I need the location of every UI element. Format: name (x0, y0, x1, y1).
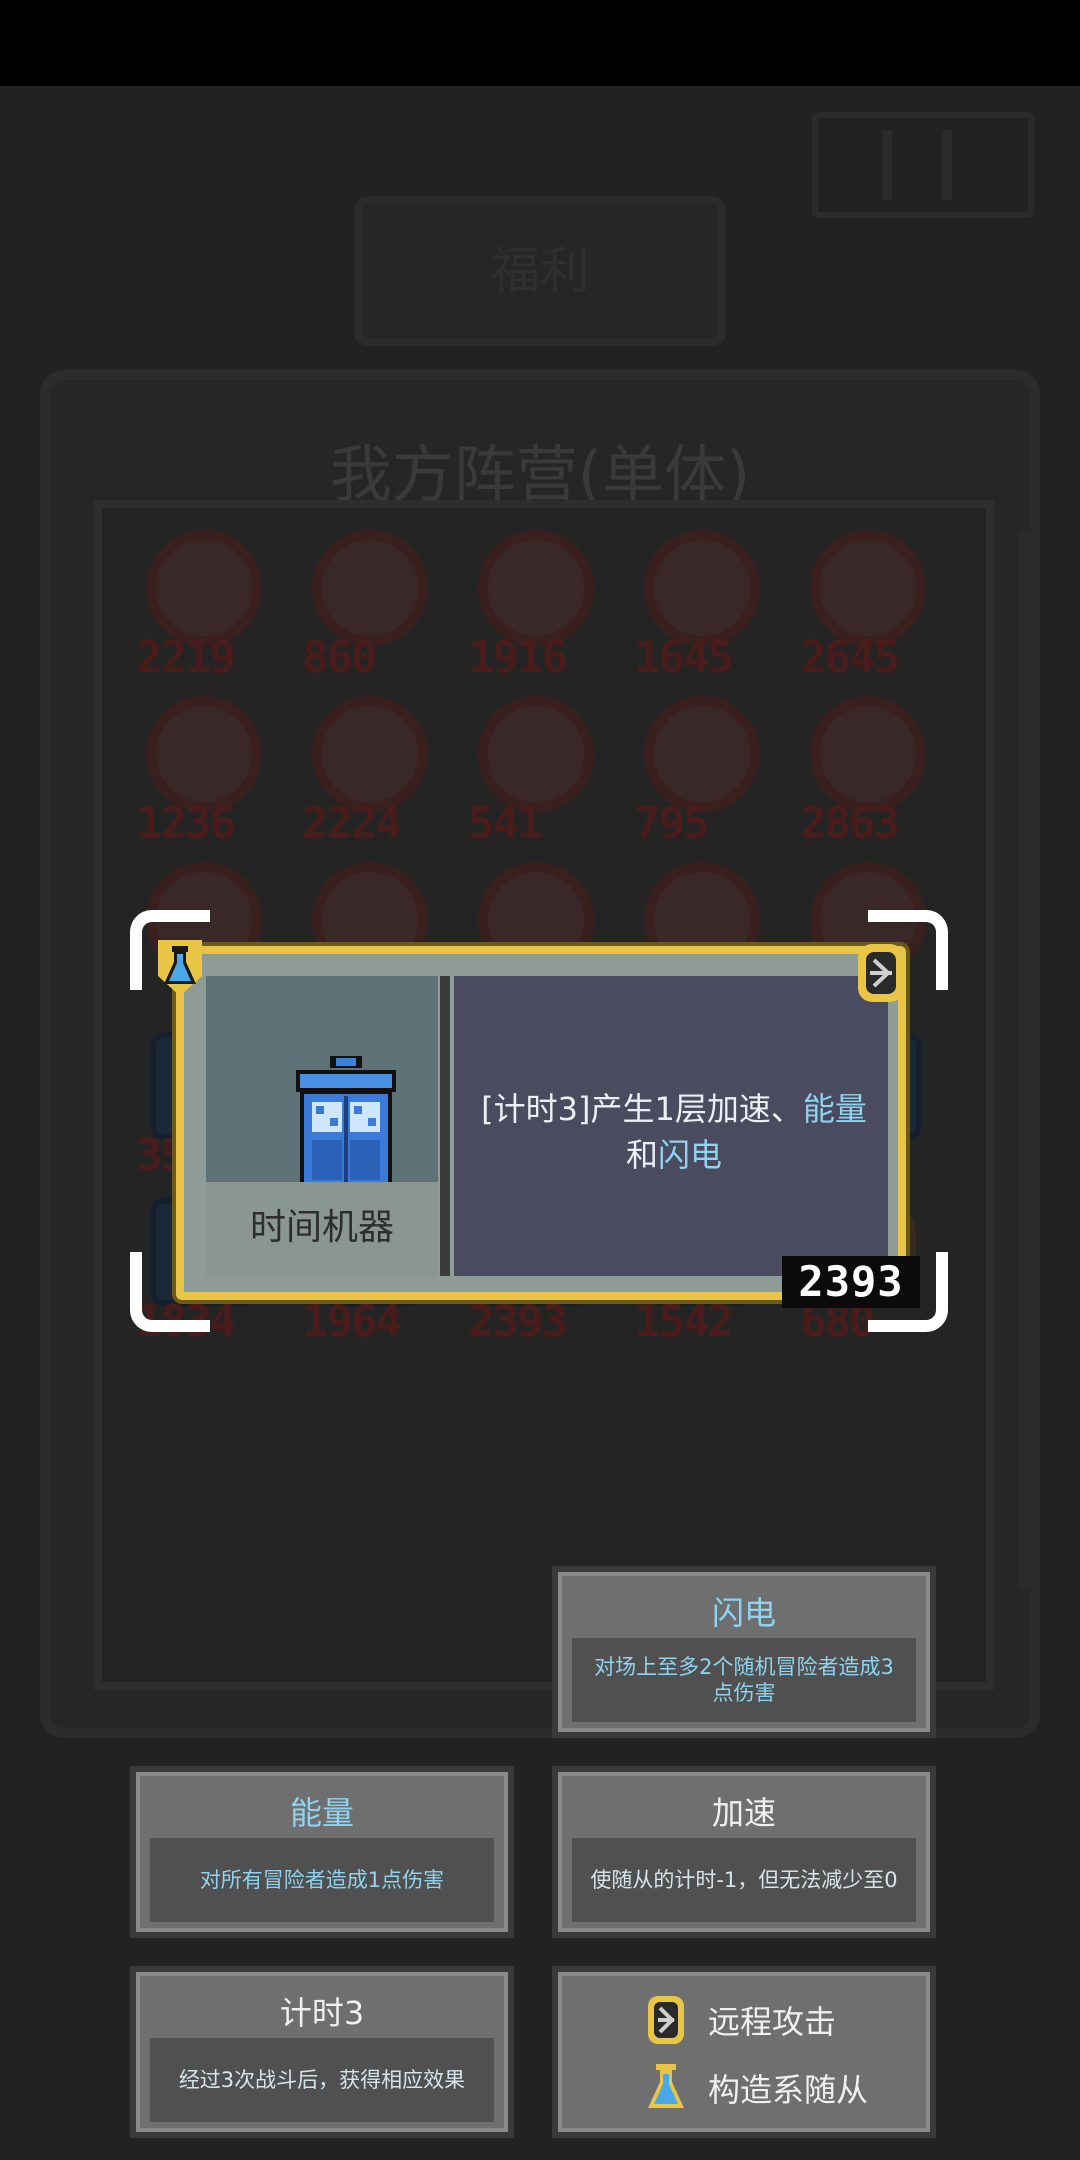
unit-value: 2393 (468, 1296, 568, 1347)
tooltip-energy: 能量 对所有冒险者造成1点伤害 (130, 1766, 514, 1938)
desc-keyword-lightning[interactable]: 闪电 (658, 1136, 722, 1174)
face-unit-icon (156, 540, 252, 636)
tooltip-title: 计时3 (279, 1994, 365, 2032)
unit-slot[interactable]: 795 (624, 698, 774, 849)
desc-part: [计时3]产生1层加速、 (481, 1090, 803, 1128)
face-unit-icon (156, 706, 252, 802)
unit-value: 1236 (136, 798, 236, 849)
unit-value: 1964 (302, 1296, 402, 1347)
unit-slot[interactable]: 541 (458, 698, 608, 849)
status-bar (0, 0, 1080, 86)
unit-value: 2224 (302, 798, 402, 849)
card-value: 2393 (782, 1256, 920, 1308)
unit-value: 2219 (136, 632, 236, 683)
face-unit-icon (654, 540, 750, 636)
card-description: [计时3]产生1层加速、能量 和闪电 (464, 1086, 884, 1178)
unit-slot[interactable]: 860 (292, 532, 442, 683)
tooltip-body: 对所有冒险者造成1点伤害 (150, 1838, 494, 1922)
menu-bar-icon (882, 130, 892, 200)
unit-value: 1542 (634, 1296, 734, 1347)
unit-slot[interactable]: 2224 (292, 698, 442, 849)
construct-follower-icon (648, 2064, 684, 2108)
menu-button[interactable] (812, 112, 1034, 218)
ranged-badge-icon (858, 944, 904, 1002)
unit-value: 1916 (468, 632, 568, 683)
unit-slot[interactable]: 1236 (126, 698, 276, 849)
legend-row-construct: 构造系随从 (644, 2060, 868, 2116)
face-unit-icon (322, 706, 418, 802)
unit-slot[interactable]: 1916 (458, 532, 608, 683)
unit-value: 1645 (634, 632, 734, 683)
tooltip-title: 能量 (289, 1794, 354, 1832)
grid-scrollbar[interactable] (1018, 530, 1032, 1590)
item-card[interactable]: 时间机器 [计时3]产生1层加速、能量 和闪电 (176, 946, 906, 1300)
tooltip-haste: 加速 使随从的计时-1，但无法减少至0 (552, 1766, 936, 1938)
construct-badge-icon (158, 940, 202, 996)
menu-bar-icon (942, 130, 952, 200)
face-unit-icon (488, 540, 584, 636)
unit-slot[interactable]: 2219 (126, 532, 276, 683)
ranged-attack-icon (648, 1996, 684, 2044)
time-machine-icon (290, 1056, 402, 1196)
face-unit-icon (488, 706, 584, 802)
unit-value: 860 (302, 632, 377, 683)
face-unit-icon (322, 540, 418, 636)
tooltip-title: 闪电 (711, 1594, 776, 1632)
tooltip-body: 使随从的计时-1，但无法减少至0 (572, 1838, 916, 1922)
tooltip-body: 对场上至多2个随机冒险者造成3点伤害 (572, 1638, 916, 1722)
tooltip-body: 经过3次战斗后，获得相应效果 (150, 2038, 494, 2122)
tag-legend: 远程攻击 构造系随从 (552, 1966, 936, 2138)
unit-slot[interactable]: 2645 (790, 532, 940, 683)
legend-label: 构造系随从 (708, 2071, 869, 2109)
unit-slot[interactable]: 2863 (790, 698, 940, 849)
desc-keyword-energy[interactable]: 能量 (803, 1090, 867, 1128)
face-unit-icon (820, 706, 916, 802)
tooltip-lightning: 闪电 对场上至多2个随机冒险者造成3点伤害 (552, 1566, 936, 1738)
face-unit-icon (654, 706, 750, 802)
tooltip-timer: 计时3 经过3次战斗后，获得相应效果 (130, 1966, 514, 2138)
legend-row-ranged: 远程攻击 (644, 1992, 836, 2048)
card-divider (440, 976, 450, 1276)
face-unit-icon (820, 540, 916, 636)
unit-value: 795 (634, 798, 709, 849)
unit-value: 2863 (800, 798, 900, 849)
card-name: 时间机器 (249, 1207, 394, 1248)
title-button[interactable]: 福利 (354, 196, 726, 346)
desc-part: 和 (625, 1136, 658, 1174)
unit-value: 541 (468, 798, 543, 849)
unit-value: 2645 (800, 632, 900, 683)
tooltip-title: 加速 (711, 1794, 776, 1832)
unit-slot[interactable]: 1645 (624, 532, 774, 683)
legend-label: 远程攻击 (708, 2003, 837, 2041)
